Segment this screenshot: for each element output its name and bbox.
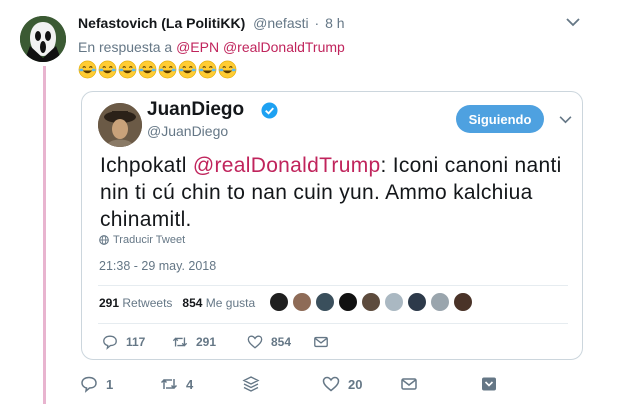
retweet-button[interactable]: 291 [172,334,247,350]
globe-icon [99,235,109,245]
face-with-tears-of-joy-icon [218,60,237,79]
quoted-avatar[interactable] [98,103,142,147]
tweet-action-bar: 1 4 20 [80,375,498,393]
liker-avatar[interactable] [361,292,381,312]
retweet-icon [160,378,178,390]
bookmark-icon [482,377,496,391]
following-button[interactable]: Siguiendo [456,105,544,133]
likes-stat[interactable]: 854 Me gusta [182,296,255,310]
translate-label: Traducir Tweet [113,234,186,246]
separator: · [314,15,320,31]
retweets-count: 291 [99,296,120,310]
tweet-text-mention[interactable]: @realDonaldTrump [193,154,381,177]
reply-button[interactable]: 1 [80,375,160,393]
quoted-tweet-text: Ichpokatl @realDonaldTrump: Iconi canoni… [100,152,570,233]
face-with-tears-of-joy-icon [198,60,217,79]
tweet-text-start: Ichpokatl [100,154,193,177]
liker-avatars [269,292,473,312]
face-with-tears-of-joy-icon [178,60,197,79]
stack-button[interactable] [242,375,322,393]
heart-icon [322,376,340,392]
reply-count: 117 [126,335,146,349]
author-name[interactable]: Nefastovich (La PolitiKK) [78,15,245,31]
translate-tweet-link[interactable]: Traducir Tweet [99,234,185,246]
face-with-tears-of-joy-icon [78,60,97,79]
reply-icon [81,376,97,393]
face-with-tears-of-joy-icon [158,60,177,79]
face-with-tears-of-joy-icon [138,60,157,79]
likes-count: 854 [182,296,203,310]
face-with-tears-of-joy-icon [118,60,137,79]
liker-avatar[interactable] [338,292,358,312]
retweets-label: Retweets [122,296,173,310]
liker-avatar[interactable] [315,292,335,312]
like-count: 854 [271,335,292,349]
retweet-icon [172,337,188,347]
likes-label: Me gusta [205,296,256,310]
thread-line [43,66,46,404]
quoted-timestamp[interactable]: 21:38 - 29 may. 2018 [99,259,216,273]
reply-context: En respuesta a @EPN @realDonaldTrump [78,39,345,55]
liker-avatar[interactable] [430,292,450,312]
reply-mention-trump[interactable]: @realDonaldTrump [223,39,345,55]
reply-prefix: En respuesta a [78,39,173,55]
like-count: 20 [348,376,363,392]
divider [98,285,568,286]
verified-badge-icon [261,102,278,119]
tweet-header: Nefastovich (La PolitiKK) @nefasti · 8 h [78,15,345,31]
retweets-stat[interactable]: 291 Retweets [99,296,172,310]
heart-icon [247,335,263,349]
reply-icon [103,335,117,350]
quoted-name[interactable]: JuanDiego [147,99,244,121]
face-with-tears-of-joy-icon [98,60,117,79]
engagement-stats: 291 Retweets 854 Me gusta [99,296,255,310]
stack-icon [242,376,260,392]
direct-message-button[interactable] [313,334,329,350]
avatar[interactable] [20,16,66,62]
divider [98,323,568,324]
quoted-tweet[interactable]: JuanDiego @JuanDiego Siguiendo Ichpokatl… [81,91,583,360]
quoted-handle[interactable]: @JuanDiego [147,123,228,139]
reply-mention-epn[interactable]: @EPN [176,39,219,55]
chevron-down-icon[interactable] [566,17,580,27]
quoted-action-bar: 117 291 854 [102,334,329,350]
reply-count: 1 [106,376,114,392]
direct-message-button[interactable] [400,375,480,393]
like-button[interactable]: 854 [247,334,313,350]
retweet-count: 4 [186,376,194,392]
envelope-icon [401,378,417,390]
liker-avatar[interactable] [384,292,404,312]
tweet-time[interactable]: 8 h [325,15,344,31]
like-button[interactable]: 20 [322,375,400,393]
liker-avatar[interactable] [453,292,473,312]
envelope-icon [314,336,328,348]
bookmark-button[interactable] [480,375,498,393]
emoji-row [78,60,237,80]
retweet-button[interactable]: 4 [160,375,242,393]
reply-button[interactable]: 117 [102,334,172,350]
liker-avatar[interactable] [269,292,289,312]
author-handle[interactable]: @nefasti [253,15,308,31]
liker-avatar[interactable] [407,292,427,312]
chevron-down-icon[interactable] [559,115,572,124]
liker-avatar[interactable] [292,292,312,312]
retweet-count: 291 [196,335,217,349]
